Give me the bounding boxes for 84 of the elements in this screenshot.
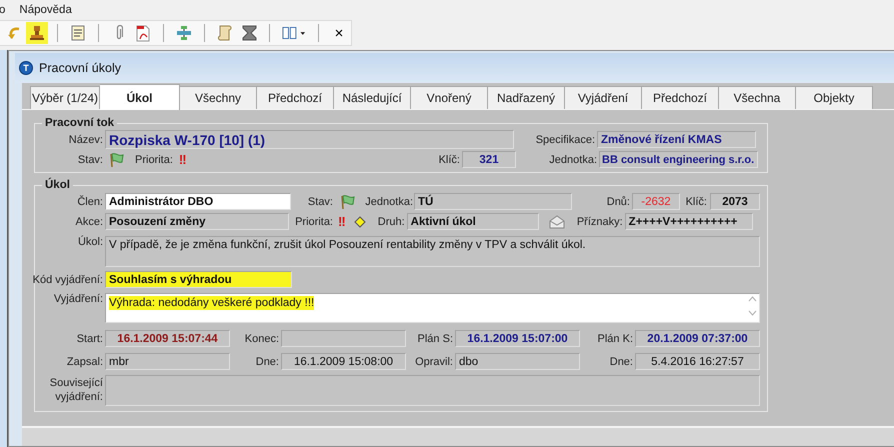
specification-field: Změnové řízení KMAS [597,131,756,148]
flag-icon [339,194,355,210]
field-label: Druh: [376,216,405,228]
flowchart-icon [176,25,192,41]
group-title: Úkol [44,178,71,192]
field-label: Zapsal: [66,356,103,368]
field-label: Opravil: [414,356,453,368]
response-text: Výhrada: nedodány veškeré podklady !!! [109,296,314,310]
hourglass-icon [242,25,256,41]
date-field: 16.1.2009 15:08:00 [281,353,406,370]
field-label: Příznaky: [576,216,623,228]
priority-mark: !! [178,152,186,167]
flags-field: Z++++V++++++++++ [624,213,753,230]
scroll-down-icon[interactable] [748,310,757,316]
task-description: V případě, že je změna funkční, zrušit úkol Posouzení rentability změny v TPV a schválit úkol. [105,236,760,267]
paperclip-icon [115,25,123,41]
field-label: Jednotka: [548,154,597,166]
field-label: Priorita: [294,216,333,228]
priority-mark: !! [338,214,345,229]
scroll-up-icon[interactable] [748,296,757,302]
tab[interactable]: Následující [334,86,411,109]
response-text-area[interactable]: Výhrada: nedodány veškeré podklady !!! [105,293,760,323]
key-field: 321 [462,151,516,168]
window-title: Pracovní úkoly [39,61,121,75]
plan-end-field: 20.1.2009 07:37:00 [635,330,760,347]
curved-arrow-icon [6,26,20,40]
type-field: Aktivní úkol [406,213,539,230]
field-label: Dne: [608,356,633,368]
member-field[interactable]: Administrátor DBO [105,193,291,210]
close-button[interactable]: × [328,22,350,44]
field-label: Dnů: [606,196,630,208]
menu-item[interactable]: Nápověda [19,4,72,16]
field-label: Klíč: [684,196,707,208]
field-label: Stav: [306,196,333,208]
tab[interactable]: Předchozí [642,86,719,109]
flag-icon [108,152,124,168]
field-label: Stav: [76,154,103,166]
field-label: Dne: [254,356,279,368]
unit-field: BB consult engineering s.r.o. [599,151,758,168]
field-label: Start: [76,332,103,344]
start-field: 16.1.2009 15:07:44 [105,330,230,347]
field-label: Související vyjádření: [48,376,103,404]
stamp-icon [29,25,45,41]
field-label: Vyjádření: [52,293,103,305]
field-label: Konec: [244,332,279,344]
tab[interactable]: Nadřazený [488,86,565,109]
tab[interactable]: Předchozí [257,86,334,109]
field-label: Plán K: [596,332,633,344]
field-label: Jednotka: [364,196,413,208]
field-label: Název: [68,134,103,146]
response-code-field[interactable]: Souhlasím s výhradou [105,271,292,288]
field-label: Klíč: [438,154,460,166]
diamond-icon [354,216,366,228]
field-label: Priorita: [135,154,173,166]
tab[interactable]: Všechny [180,86,257,109]
toolbar-button[interactable] [26,22,48,44]
key-field: 2073 [710,193,760,210]
plan-start-field: 16.1.2009 15:07:00 [455,330,580,347]
pdf-icon [136,24,150,42]
name-field: Rozpiska W-170 [10] (1) [105,130,514,149]
field-label: Akce: [74,216,103,228]
date-field: 5.4.2016 16:27:57 [635,353,760,370]
field-label: Plán S: [416,332,453,344]
tab[interactable]: Všechna [719,86,796,109]
scroll-icon [218,25,232,41]
field-label: Člen: [76,196,103,208]
envelope-icon [548,214,565,228]
tab[interactable]: Úkol [100,84,180,110]
tab[interactable]: Vnořený [411,86,488,109]
tab[interactable]: Výběr (1/24) [30,86,100,109]
group-title: Pracovní tok [44,116,116,130]
notepad-icon [71,25,85,41]
field-label: Kód vyjádření: [32,274,103,286]
field-label: Specifikace: [534,134,595,146]
editor-field: dbo [455,353,580,370]
field-label: Úkol: [76,236,103,248]
app-icon: T [19,61,33,75]
days-field: -2632 [632,193,680,210]
unit-field: TÚ [414,193,572,210]
author-field: mbr [105,353,230,370]
action-field: Posouzení změny [105,213,289,230]
columns-icon [282,26,306,40]
tab[interactable]: Vyjádření [565,86,642,109]
tab[interactable]: Objekty [796,86,873,109]
